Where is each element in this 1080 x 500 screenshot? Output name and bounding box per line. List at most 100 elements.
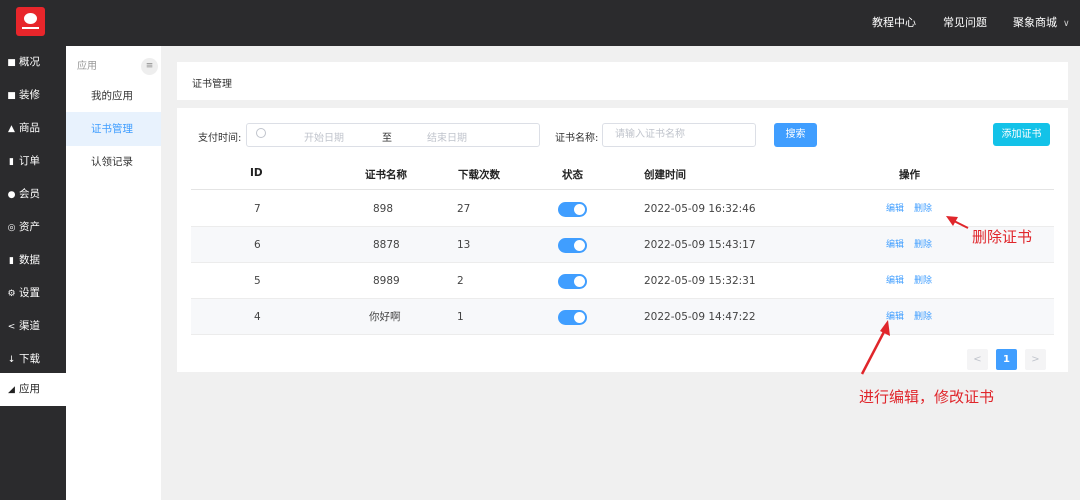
column-header-actions: 操作 (899, 169, 920, 181)
column-header-created: 创建时间 (644, 169, 686, 181)
add-cert-button[interactable]: 添加证书 (993, 123, 1050, 146)
cell-downloads: 27 (457, 203, 471, 215)
user-icon: ● (7, 190, 16, 200)
sidebar-item-overview[interactable]: ■ 概况 (0, 46, 66, 79)
cell-name: 8989 (373, 275, 400, 287)
cell-created: 2022-05-09 15:43:17 (644, 239, 756, 251)
delete-link[interactable]: 删除 (914, 299, 932, 335)
breadcrumb: 证书管理 (177, 62, 1068, 100)
monitor-icon: ■ (7, 58, 16, 68)
sidebar-item-orders[interactable]: ▮ 订单 (0, 145, 66, 178)
table-row: 5 8989 2 2022-05-09 15:32:31 编辑 删除 (191, 263, 1054, 299)
subnav-item-my-apps[interactable]: 我的应用 (66, 79, 161, 113)
cell-created: 2022-05-09 14:47:22 (644, 311, 756, 323)
table-row: 4 你好啊 1 2022-05-09 14:47:22 编辑 删除 (191, 299, 1054, 335)
delete-annotation: 删除证书 (972, 228, 1033, 246)
sidebar-item-label: 数据 (19, 254, 40, 266)
column-header-id: ID (250, 167, 263, 179)
pagination-page-1[interactable]: 1 (996, 349, 1017, 370)
sidebar-item-label: 资产 (19, 221, 40, 233)
cert-name-input[interactable]: 请输入证书名称 (602, 123, 756, 147)
cell-created: 2022-05-09 16:32:46 (644, 203, 756, 215)
cell-id: 4 (254, 311, 261, 323)
database-icon: ◎ (7, 223, 16, 233)
sidebar-item-label: 会员 (19, 188, 40, 200)
column-header-name: 证书名称 (365, 169, 407, 181)
date-range-picker[interactable]: 开始日期 至 结束日期 (246, 123, 540, 147)
sidebar-item-label: 商品 (19, 122, 40, 134)
sidebar-item-decorate[interactable]: ■ 装修 (0, 79, 66, 112)
sidebar-item-data[interactable]: ▮ 数据 (0, 244, 66, 277)
subnav-item-claim-records[interactable]: 认领记录 (66, 145, 161, 179)
column-header-status: 状态 (562, 169, 583, 181)
delete-link[interactable]: 删除 (914, 227, 932, 263)
pagination-prev[interactable]: < (967, 349, 988, 370)
nav-faq[interactable]: 常见问题 (943, 0, 987, 46)
table-header-divider (191, 189, 1054, 190)
edit-annotation: 进行编辑，修改证书 (859, 388, 995, 406)
sub-sidebar-header: 应用 ≡ (66, 46, 161, 78)
sidebar-item-label: 订单 (19, 155, 40, 167)
monitor-icon: ■ (7, 91, 16, 101)
sidebar-item-label: 设置 (19, 287, 40, 299)
cell-downloads: 1 (457, 311, 464, 323)
nav-tutorials[interactable]: 教程中心 (872, 0, 916, 46)
page-title: 证书管理 (192, 79, 232, 90)
sidebar-item-settings[interactable]: ⚙ 设置 (0, 277, 66, 310)
cell-name: 你好啊 (369, 311, 401, 323)
end-date-input[interactable]: 结束日期 (427, 129, 467, 144)
cell-id: 5 (254, 275, 261, 287)
subnav-item-cert-management[interactable]: 证书管理 (66, 112, 161, 146)
search-button[interactable]: 搜索 (774, 123, 817, 147)
pay-time-label: 支付时间: (198, 133, 242, 144)
bar-chart-icon: ▮ (9, 256, 14, 266)
status-toggle[interactable] (558, 202, 587, 217)
logo-icon[interactable] (16, 7, 45, 36)
edit-link[interactable]: 编辑 (886, 227, 904, 263)
delete-link[interactable]: 删除 (914, 191, 932, 227)
chevron-down-icon: ∨ (1063, 19, 1070, 29)
share-icon: < (7, 322, 16, 332)
sub-sidebar: 应用 ≡ 我的应用 证书管理 认领记录 (66, 46, 161, 500)
shop-icon: ▲ (8, 124, 15, 134)
cell-name: 8878 (373, 239, 400, 251)
status-toggle[interactable] (558, 238, 587, 253)
cell-name: 898 (373, 203, 394, 215)
cell-id: 6 (254, 239, 261, 251)
cell-downloads: 2 (457, 275, 464, 287)
cell-id: 7 (254, 203, 261, 215)
edit-link[interactable]: 编辑 (886, 299, 904, 335)
nav-mall[interactable]: 聚象商城 ∨ (1013, 0, 1070, 46)
sidebar-item-products[interactable]: ▲ 商品 (0, 112, 66, 145)
document-icon: ▮ (9, 157, 14, 167)
sidebar-item-label: 渠道 (19, 320, 40, 332)
cell-created: 2022-05-09 15:32:31 (644, 275, 756, 287)
app-icon: ◢ (8, 385, 15, 395)
edit-link[interactable]: 编辑 (886, 263, 904, 299)
nav-mall-label: 聚象商城 (1013, 16, 1057, 29)
clock-icon (256, 128, 266, 138)
sidebar-item-label: 装修 (19, 89, 40, 101)
status-toggle[interactable] (558, 274, 587, 289)
sidebar-item-label: 下载 (19, 353, 40, 365)
edit-link[interactable]: 编辑 (886, 191, 904, 227)
table-row: 7 898 27 2022-05-09 16:32:46 编辑 删除 (191, 191, 1054, 227)
sidebar-item-download[interactable]: ↓ 下载 (0, 343, 66, 376)
sidebar-item-apps[interactable]: ◢ 应用 (0, 373, 66, 406)
delete-link[interactable]: 删除 (914, 263, 932, 299)
sidebar-item-label: 应用 (19, 383, 40, 395)
sidebar-item-channels[interactable]: < 渠道 (0, 310, 66, 343)
cell-downloads: 13 (457, 239, 471, 251)
cert-name-label: 证书名称: (555, 133, 599, 144)
top-bar: 教程中心 常见问题 聚象商城 ∨ (0, 0, 1080, 46)
gear-icon: ⚙ (7, 289, 16, 299)
sub-sidebar-title: 应用 (77, 61, 97, 72)
sidebar-item-assets[interactable]: ◎ 资产 (0, 211, 66, 244)
sidebar-item-members[interactable]: ● 会员 (0, 178, 66, 211)
table-row: 6 8878 13 2022-05-09 15:43:17 编辑 删除 (191, 227, 1054, 263)
pagination-next[interactable]: > (1025, 349, 1046, 370)
start-date-input[interactable]: 开始日期 (304, 129, 344, 144)
menu-toggle-icon[interactable]: ≡ (141, 58, 158, 75)
status-toggle[interactable] (558, 310, 587, 325)
column-header-downloads: 下载次数 (458, 169, 500, 181)
